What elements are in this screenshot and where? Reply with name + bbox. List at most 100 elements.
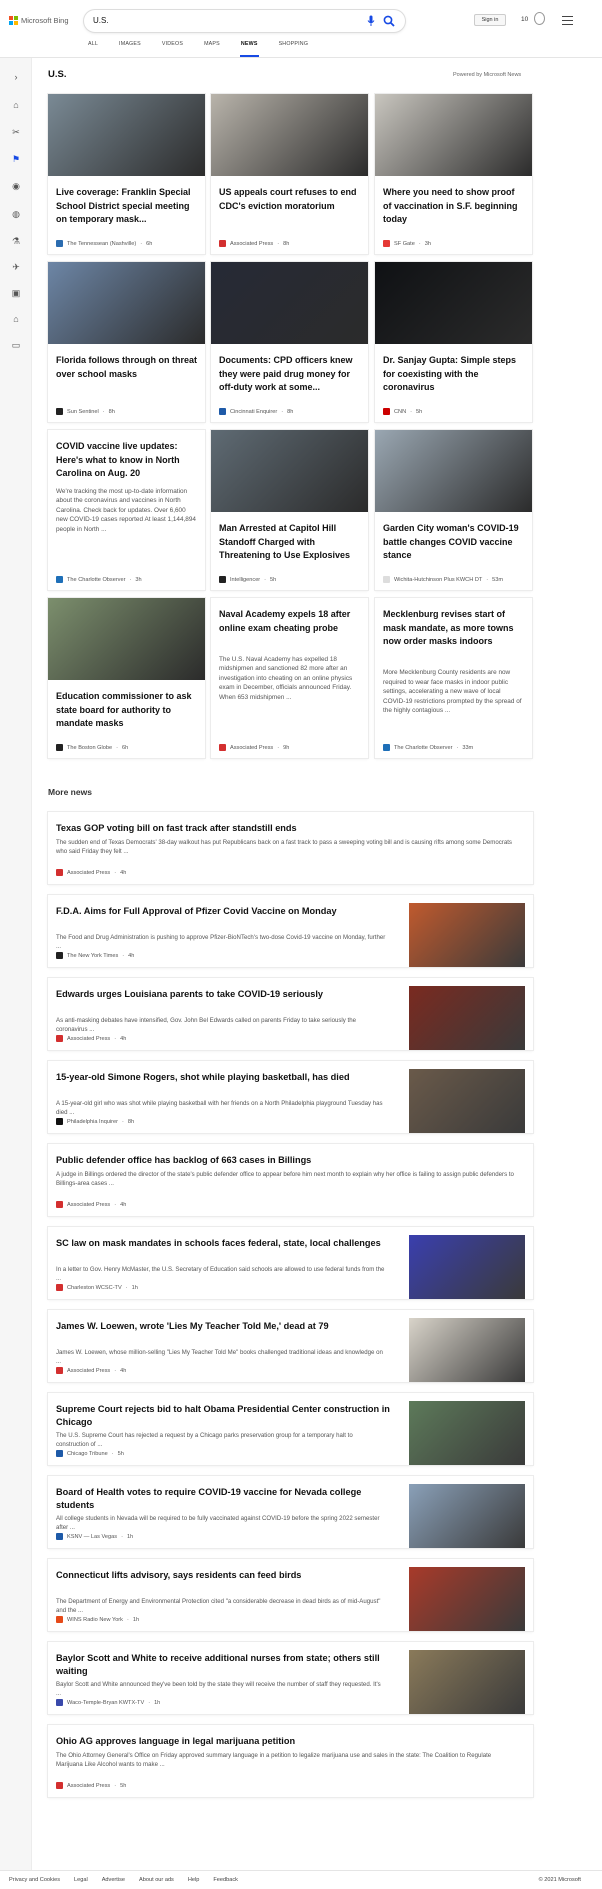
film-icon[interactable]: ▣ xyxy=(10,287,22,299)
news-card-source[interactable]: The Charlotte Observer · 3h xyxy=(56,576,142,583)
footer-link[interactable]: Feedback xyxy=(213,1877,238,1883)
more-news-source[interactable]: Associated Press · 4h xyxy=(56,869,126,876)
footer-link[interactable]: Help xyxy=(188,1877,200,1883)
news-card-image[interactable] xyxy=(48,94,205,176)
flag-icon[interactable]: ⚑ xyxy=(10,153,22,165)
news-card[interactable]: Education commissioner to ask state boar… xyxy=(48,598,205,758)
microscope-icon[interactable]: ⚗ xyxy=(10,235,22,247)
news-card-title[interactable]: Documents: CPD officers knew they were p… xyxy=(219,354,360,395)
news-card-source[interactable]: Associated Press · 9h xyxy=(219,744,289,751)
tab-all[interactable]: ALL xyxy=(88,41,98,57)
chevron-right-icon[interactable]: › xyxy=(10,71,22,83)
bing-logo[interactable]: Microsoft Bing xyxy=(9,16,69,25)
more-news-title[interactable]: Public defender office has backlog of 66… xyxy=(56,1154,516,1167)
more-news-thumbnail[interactable] xyxy=(409,1650,525,1714)
news-card-source[interactable]: SF Gate · 3h xyxy=(383,240,431,247)
news-card-image[interactable] xyxy=(48,262,205,344)
news-card-source[interactable]: The Boston Globe · 6h xyxy=(56,744,128,751)
more-news-thumbnail[interactable] xyxy=(409,1069,525,1133)
footer-link[interactable]: About our ads xyxy=(139,1877,174,1883)
more-news-source[interactable]: Associated Press · 4h xyxy=(56,1035,126,1042)
news-card-title[interactable]: Garden City woman's COVID-19 battle chan… xyxy=(383,522,524,563)
search-icon[interactable] xyxy=(383,15,395,27)
more-news-source[interactable]: Chicago Tribune · 5h xyxy=(56,1450,124,1457)
card-icon[interactable]: ▭ xyxy=(10,339,22,351)
more-news-item[interactable]: SC law on mask mandates in schools faces… xyxy=(48,1227,533,1299)
footer-link[interactable]: Privacy and Cookies xyxy=(9,1877,60,1883)
more-news-item[interactable]: F.D.A. Aims for Full Approval of Pfizer … xyxy=(48,895,533,967)
news-card-source[interactable]: Sun Sentinel · 8h xyxy=(56,408,115,415)
microphone-icon[interactable] xyxy=(367,15,375,27)
news-card-title[interactable]: US appeals court refuses to end CDC's ev… xyxy=(219,186,360,213)
news-card-source[interactable]: The Charlotte Observer · 33m xyxy=(383,744,473,751)
tab-videos[interactable]: VIDEOS xyxy=(162,41,183,57)
more-news-source[interactable]: Associated Press · 4h xyxy=(56,1367,126,1374)
more-news-title[interactable]: Supreme Court rejects bid to halt Obama … xyxy=(56,1403,396,1429)
news-card-image[interactable] xyxy=(375,262,532,344)
more-news-source[interactable]: The New York Times · 4h xyxy=(56,952,134,959)
more-news-title[interactable]: Baylor Scott and White to receive additi… xyxy=(56,1652,396,1678)
more-news-source[interactable]: KSNV — Las Vegas · 1h xyxy=(56,1533,133,1540)
map-pin-icon[interactable]: ◉ xyxy=(10,180,22,192)
news-card[interactable]: Naval Academy expels 18 after online exa… xyxy=(211,598,368,758)
more-news-item[interactable]: Supreme Court rejects bid to halt Obama … xyxy=(48,1393,533,1465)
more-news-title[interactable]: F.D.A. Aims for Full Approval of Pfizer … xyxy=(56,905,396,918)
tools-icon[interactable]: ✂ xyxy=(10,126,22,138)
more-news-title[interactable]: Connecticut lifts advisory, says residen… xyxy=(56,1569,396,1582)
news-card-source[interactable]: Cincinnati Enquirer · 8h xyxy=(219,408,293,415)
more-news-source[interactable]: Waco-Temple-Bryan KWTX-TV · 1h xyxy=(56,1699,160,1706)
more-news-source[interactable]: WINS Radio New York · 1h xyxy=(56,1616,139,1623)
more-news-thumbnail[interactable] xyxy=(409,1484,525,1548)
tab-images[interactable]: IMAGES xyxy=(119,41,141,57)
more-news-thumbnail[interactable] xyxy=(409,1235,525,1299)
more-news-title[interactable]: James W. Loewen, wrote 'Lies My Teacher … xyxy=(56,1320,396,1333)
more-news-title[interactable]: Board of Health votes to require COVID-1… xyxy=(56,1486,396,1512)
more-news-title[interactable]: Texas GOP voting bill on fast track afte… xyxy=(56,822,516,835)
more-news-thumbnail[interactable] xyxy=(409,1401,525,1465)
news-card-source[interactable]: Associated Press · 8h xyxy=(219,240,289,247)
more-news-source[interactable]: Charleston WCSC-TV · 1h xyxy=(56,1284,138,1291)
news-card-title[interactable]: Mecklenburg revises start of mask mandat… xyxy=(383,608,524,649)
news-card-image[interactable] xyxy=(48,598,205,680)
more-news-source[interactable]: Associated Press · 4h xyxy=(56,1201,126,1208)
news-card-image[interactable] xyxy=(211,94,368,176)
sign-in-button[interactable]: Sign in xyxy=(474,14,506,26)
news-card[interactable]: Mecklenburg revises start of mask mandat… xyxy=(375,598,532,758)
footer-link[interactable]: Legal xyxy=(74,1877,88,1883)
more-news-source[interactable]: Philadelphia Inquirer · 8h xyxy=(56,1118,134,1125)
news-card[interactable]: Where you need to show proof of vaccinat… xyxy=(375,94,532,254)
footer-link[interactable]: Advertise xyxy=(102,1877,125,1883)
news-card-title[interactable]: Florida follows through on threat over s… xyxy=(56,354,197,381)
search-box[interactable]: U.S. xyxy=(84,10,405,32)
more-news-item[interactable]: Connecticut lifts advisory, says residen… xyxy=(48,1559,533,1631)
news-card-source[interactable]: Wichita-Hutchinson Plus KWCH DT · 53m xyxy=(383,576,503,583)
more-news-item[interactable]: Texas GOP voting bill on fast track afte… xyxy=(48,812,533,884)
more-news-item[interactable]: James W. Loewen, wrote 'Lies My Teacher … xyxy=(48,1310,533,1382)
more-news-title[interactable]: SC law on mask mandates in schools faces… xyxy=(56,1237,396,1250)
more-news-title[interactable]: Edwards urges Louisiana parents to take … xyxy=(56,988,396,1001)
more-news-title[interactable]: 15-year-old Simone Rogers, shot while pl… xyxy=(56,1071,396,1084)
home-icon[interactable]: ⌂ xyxy=(10,99,22,111)
more-news-item[interactable]: 15-year-old Simone Rogers, shot while pl… xyxy=(48,1061,533,1133)
news-card-source[interactable]: CNN · 5h xyxy=(383,408,422,415)
tab-news[interactable]: NEWS xyxy=(239,41,259,57)
more-news-item[interactable]: Ohio AG approves language in legal marij… xyxy=(48,1725,533,1797)
news-card[interactable]: US appeals court refuses to end CDC's ev… xyxy=(211,94,368,254)
tab-maps[interactable]: MAPS xyxy=(204,41,220,57)
rewards-medal-icon[interactable] xyxy=(534,12,545,25)
news-card[interactable]: Documents: CPD officers knew they were p… xyxy=(211,262,368,422)
news-card-image[interactable] xyxy=(375,94,532,176)
globe-icon[interactable]: ◍ xyxy=(10,208,22,220)
more-news-item[interactable]: Public defender office has backlog of 66… xyxy=(48,1144,533,1216)
news-card[interactable]: Live coverage: Franklin Special School D… xyxy=(48,94,205,254)
bank-icon[interactable]: ⌂ xyxy=(10,313,22,325)
news-card-title[interactable]: COVID vaccine live updates: Here's what … xyxy=(56,440,197,481)
news-card-title[interactable]: Education commissioner to ask state boar… xyxy=(56,690,197,731)
more-news-thumbnail[interactable] xyxy=(409,986,525,1050)
news-card[interactable]: Garden City woman's COVID-19 battle chan… xyxy=(375,430,532,590)
rewards-points[interactable]: 10 xyxy=(521,16,528,23)
more-news-item[interactable]: Board of Health votes to require COVID-1… xyxy=(48,1476,533,1548)
more-news-thumbnail[interactable] xyxy=(409,1318,525,1382)
news-card-image[interactable] xyxy=(211,430,368,512)
news-card[interactable]: COVID vaccine live updates: Here's what … xyxy=(48,430,205,590)
